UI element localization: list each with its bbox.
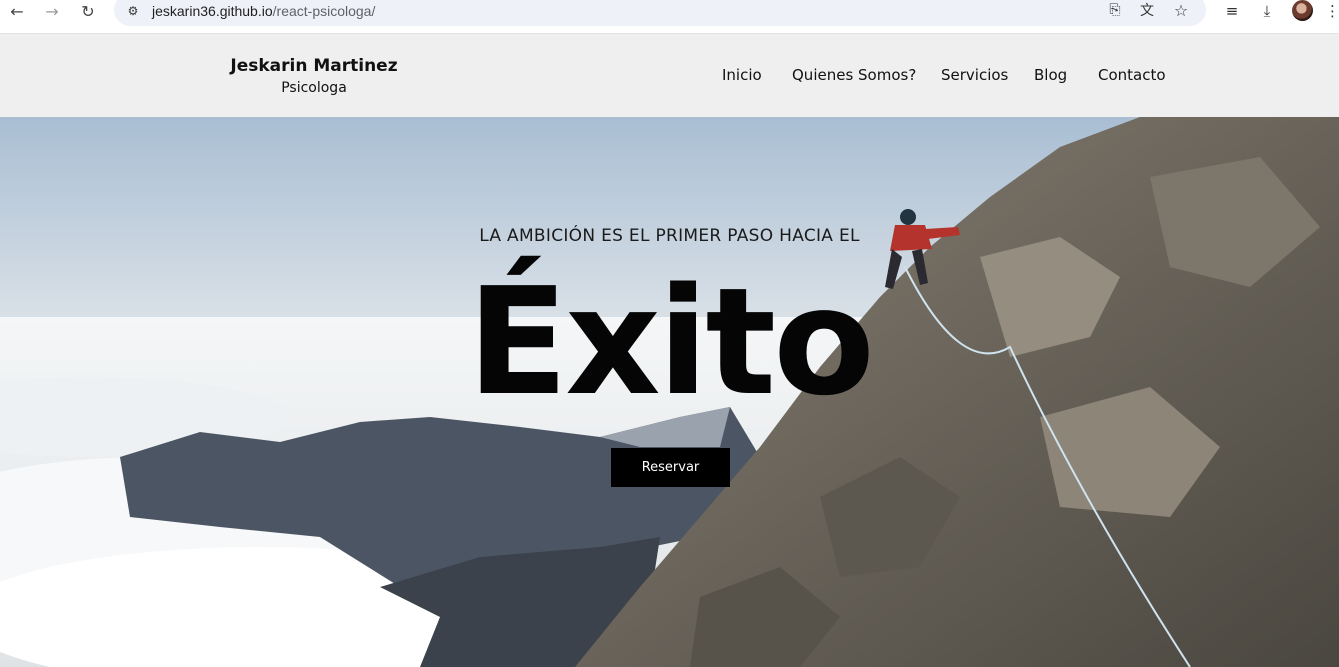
forward-arrow-icon[interactable]: → (38, 0, 66, 22)
hero-section: LA AMBICIÓN ES EL PRIMER PASO HACIA EL É… (0, 117, 1339, 667)
profile-avatar[interactable] (1292, 0, 1313, 21)
translate-icon[interactable]: 文 (1136, 0, 1158, 20)
url-path: /react-psicologa/ (272, 3, 376, 19)
media-control-icon[interactable]: ≡ (1220, 0, 1244, 22)
browser-toolbar: ← → ↻ ⚙ jeskarin36.github.io/react-psico… (0, 0, 1339, 34)
nav-link-servicios[interactable]: Servicios (941, 66, 1008, 84)
main-nav: Inicio Quienes Somos? Servicios Blog Con… (0, 66, 1339, 88)
download-icon[interactable]: ⤓ (1255, 0, 1279, 22)
reserve-button[interactable]: Reservar (611, 448, 730, 487)
hero-title: Éxito (467, 256, 875, 428)
nav-link-blog[interactable]: Blog (1034, 66, 1067, 84)
nav-link-contacto[interactable]: Contacto (1098, 66, 1166, 84)
back-arrow-icon[interactable]: ← (3, 0, 31, 22)
hero-tagline: LA AMBICIÓN ES EL PRIMER PASO HACIA EL (479, 226, 860, 246)
star-icon[interactable]: ☆ (1170, 0, 1192, 20)
url-host: jeskarin36.github.io (152, 3, 273, 19)
kebab-menu-icon[interactable]: ⋮ (1325, 0, 1339, 22)
install-app-icon[interactable]: ⎘ (1104, 0, 1126, 20)
address-bar[interactable]: ⚙ jeskarin36.github.io/react-psicologa/ … (114, 0, 1206, 26)
url-text[interactable]: jeskarin36.github.io/react-psicologa/ (152, 3, 375, 19)
nav-link-quienes-somos[interactable]: Quienes Somos? (792, 66, 916, 84)
site-header: Jeskarin Martinez Psicologa Inicio Quien… (0, 34, 1339, 117)
reload-icon[interactable]: ↻ (74, 0, 102, 22)
site-info-icon[interactable]: ⚙ (124, 2, 142, 20)
nav-link-inicio[interactable]: Inicio (722, 66, 762, 84)
